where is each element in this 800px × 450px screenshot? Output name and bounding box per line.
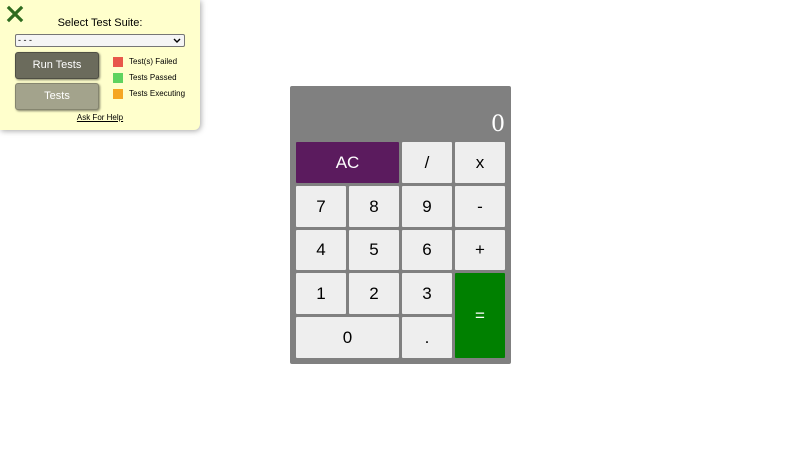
legend-label-passed: Tests Passed bbox=[129, 73, 177, 82]
decimal-button[interactable]: . bbox=[402, 317, 452, 358]
test-suite-select[interactable]: - - - bbox=[15, 34, 185, 47]
tests-button[interactable]: Tests bbox=[15, 83, 99, 110]
digit-8-button[interactable]: 8 bbox=[349, 186, 399, 227]
digit-0-button[interactable]: 0 bbox=[296, 317, 399, 358]
test-suite-panel: Select Test Suite: - - - Run Tests Tests… bbox=[0, 0, 200, 130]
suite-select-value: - - - bbox=[18, 35, 32, 45]
run-tests-button[interactable]: Run Tests bbox=[15, 52, 99, 79]
legend-label-failed: Test(s) Failed bbox=[129, 57, 178, 66]
legend-label-executing: Tests Executing bbox=[129, 89, 186, 98]
digit-5-button[interactable]: 5 bbox=[349, 230, 399, 270]
legend-swatch-failed bbox=[113, 57, 123, 67]
add-button[interactable]: + bbox=[455, 230, 505, 270]
ask-for-help-link[interactable]: Ask For Help bbox=[0, 113, 200, 122]
digit-1-button[interactable]: 1 bbox=[296, 273, 346, 314]
multiply-button[interactable]: x bbox=[455, 142, 505, 183]
calculator-display: 0 bbox=[290, 86, 511, 142]
equals-button[interactable]: = bbox=[455, 273, 505, 358]
display-value: 0 bbox=[491, 112, 505, 137]
clear-button[interactable]: AC bbox=[296, 142, 399, 183]
suite-title: Select Test Suite: bbox=[57, 17, 143, 29]
digit-2-button[interactable]: 2 bbox=[349, 273, 399, 314]
digit-3-button[interactable]: 3 bbox=[402, 273, 452, 314]
digit-6-button[interactable]: 6 bbox=[402, 230, 452, 270]
legend-swatch-passed bbox=[113, 73, 123, 83]
divide-button[interactable]: / bbox=[402, 142, 452, 183]
subtract-button[interactable]: - bbox=[455, 186, 505, 227]
digit-4-button[interactable]: 4 bbox=[296, 230, 346, 270]
calculator: 0 AC / x 7 8 9 - 4 5 6 + 1 2 3 = 0 . bbox=[290, 86, 511, 364]
chevron-down-icon bbox=[173, 38, 181, 43]
legend-swatch-executing bbox=[113, 89, 123, 99]
digit-9-button[interactable]: 9 bbox=[402, 186, 452, 227]
digit-7-button[interactable]: 7 bbox=[296, 186, 346, 227]
